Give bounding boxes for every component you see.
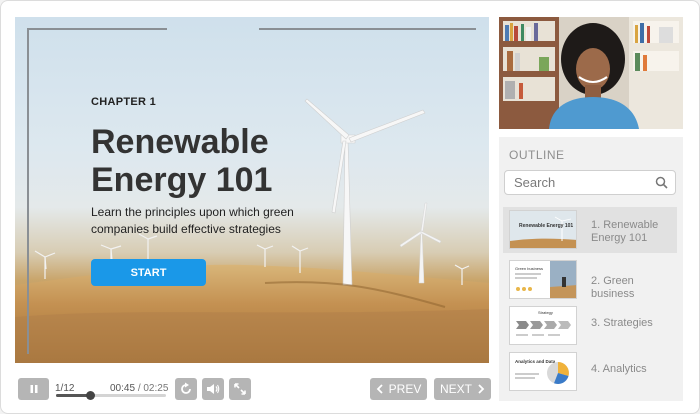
next-label: NEXT [439, 382, 472, 396]
outline-panel: OUTLINE Renewable Energy 101 1. Renewabl… [499, 137, 683, 401]
outline-item-renewable-energy[interactable]: Renewable Energy 101 1. Renewable Energy… [503, 207, 677, 253]
time-current: 00:45 [110, 383, 136, 394]
replay-icon [181, 382, 191, 394]
seekbar[interactable] [56, 391, 166, 400]
thumbnail-title: Strategy [538, 310, 553, 315]
slide-thumbnail: Analytics and Data [509, 352, 577, 391]
thumbnail-title: Renewable Energy 101 [519, 223, 573, 229]
outline-item-strategies[interactable]: Strategy 3. Strategies [503, 303, 677, 349]
thumbnail-title: Green business [515, 266, 543, 271]
chevron-right-icon [478, 384, 485, 394]
thumbnail-title: Analytics and Data [515, 359, 556, 364]
thumbnail-image: Strategy [510, 307, 576, 344]
fullscreen-icon [234, 383, 246, 395]
replay-button[interactable] [175, 378, 197, 400]
prev-button[interactable]: PREV [370, 378, 427, 400]
fullscreen-button[interactable] [229, 378, 251, 400]
presenter-video [499, 17, 683, 129]
search-input[interactable] [505, 171, 645, 194]
thumbnail-image: Green business [510, 261, 576, 298]
slide-title: Renewable Energy 101 [91, 123, 273, 199]
outline-item-label: 1. Renewable Energy 101 [591, 219, 659, 244]
outline-item-label: 3. Strategies [591, 317, 653, 329]
slide-subtitle: Learn the principles upon which green co… [91, 205, 294, 236]
outline-item-label: 2. Green business [591, 275, 635, 300]
slide-canvas: CHAPTER 1 Renewable Energy 101 Learn the… [15, 17, 489, 363]
outline-item-analytics[interactable]: Analytics and Data 4. Analytics [503, 349, 677, 395]
chevron-left-icon [376, 384, 383, 394]
next-button[interactable]: NEXT [434, 378, 491, 400]
prev-label: PREV [388, 382, 422, 396]
frame-bracket [259, 28, 476, 30]
search-box [504, 170, 676, 195]
pause-icon [30, 385, 37, 393]
time-readout: 00:45 / 02:25 [110, 383, 168, 394]
chapter-label: CHAPTER 1 [91, 96, 157, 108]
slide-thumbnail: Strategy [509, 306, 577, 345]
presenter-webcam [499, 17, 683, 129]
outline-title: OUTLINE [509, 148, 565, 162]
outline-item-green-business[interactable]: Green business 2. Green business [503, 257, 677, 303]
thumbnail-image: Analytics and Data [510, 353, 576, 390]
volume-icon [207, 384, 220, 394]
search-icon[interactable] [655, 176, 668, 189]
pause-button[interactable] [18, 378, 49, 400]
outline-item-label: 4. Analytics [591, 363, 647, 375]
time-total: / 02:25 [137, 383, 169, 394]
volume-button[interactable] [202, 378, 224, 400]
slide-counter: 1/12 [55, 383, 75, 394]
seekbar-progress [56, 394, 91, 397]
start-button[interactable]: START [91, 259, 206, 286]
slide-thumbnail: Renewable Energy 101 [509, 210, 577, 249]
thumbnail-image: Renewable Energy 101 [510, 211, 576, 248]
slide-thumbnail: Green business [509, 260, 577, 299]
